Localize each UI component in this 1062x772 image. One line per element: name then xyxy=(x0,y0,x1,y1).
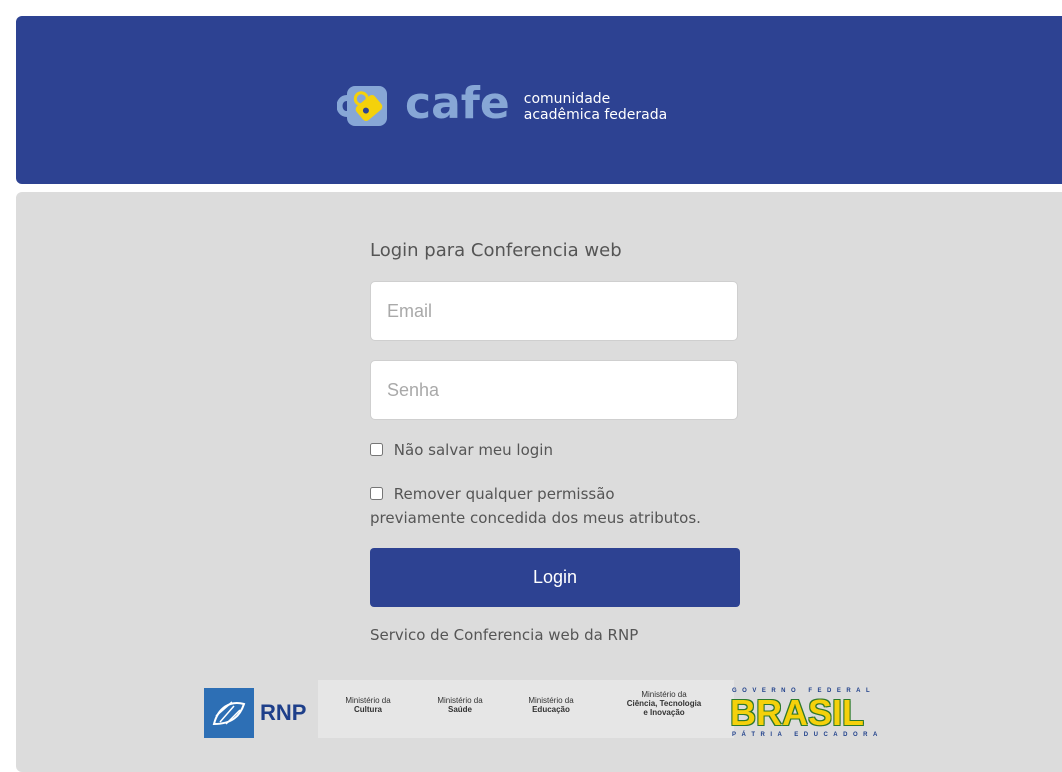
login-button[interactable]: Login xyxy=(370,548,740,607)
login-title: Login para Conferencia web xyxy=(370,240,622,261)
revoke-permission-option[interactable]: Remover qualquer permissão previamente c… xyxy=(370,482,701,530)
logo-wordmark: cafe xyxy=(405,78,510,129)
service-text: Servico de Conferencia web da RNP xyxy=(370,626,639,644)
revoke-permission-label-line2: previamente concedida dos meus atributos… xyxy=(370,509,701,527)
logo-tagline: comunidade acadêmica federada xyxy=(524,91,667,123)
no-save-login-checkbox[interactable] xyxy=(370,443,383,456)
revoke-permission-label-line1: Remover qualquer permissão xyxy=(393,485,615,503)
cafe-logo: cafe comunidade acadêmica federada xyxy=(336,78,667,132)
ministry-cultura: Ministério da Cultura xyxy=(345,696,391,714)
ministries-strip: Ministério da Cultura Ministério da Saúd… xyxy=(318,680,734,738)
cafe-cup-icon xyxy=(336,82,403,130)
ministry-ciencia: Ministério da Ciência, Tecnologia e Inov… xyxy=(626,690,702,717)
ministry-saude: Ministério da Saúde xyxy=(437,696,483,714)
no-save-login-option[interactable]: Não salvar meu login xyxy=(370,438,553,462)
password-input[interactable] xyxy=(370,360,738,420)
logo-tagline-line1: comunidade xyxy=(523,91,611,107)
governo-federal-logo: GOVERNO FEDERAL BRASIL PÁTRIA EDUCADORA xyxy=(730,688,888,740)
revoke-permission-checkbox[interactable] xyxy=(370,487,383,500)
rnp-label: RNP xyxy=(260,700,307,725)
rnp-globe-icon xyxy=(204,688,254,738)
gov-bottom-text: PÁTRIA EDUCADORA xyxy=(732,732,883,738)
no-save-login-label: Não salvar meu login xyxy=(393,441,553,459)
gov-brasil-wordmark: BRASIL xyxy=(730,692,864,733)
ministry-educacao: Ministério da Educação xyxy=(528,696,574,714)
logo-tagline-line2: acadêmica federada xyxy=(523,107,668,123)
footer-logos: RNP Ministério da Cultura Ministério da … xyxy=(204,680,888,738)
rnp-logo: RNP xyxy=(204,688,316,738)
email-input[interactable] xyxy=(370,281,738,341)
